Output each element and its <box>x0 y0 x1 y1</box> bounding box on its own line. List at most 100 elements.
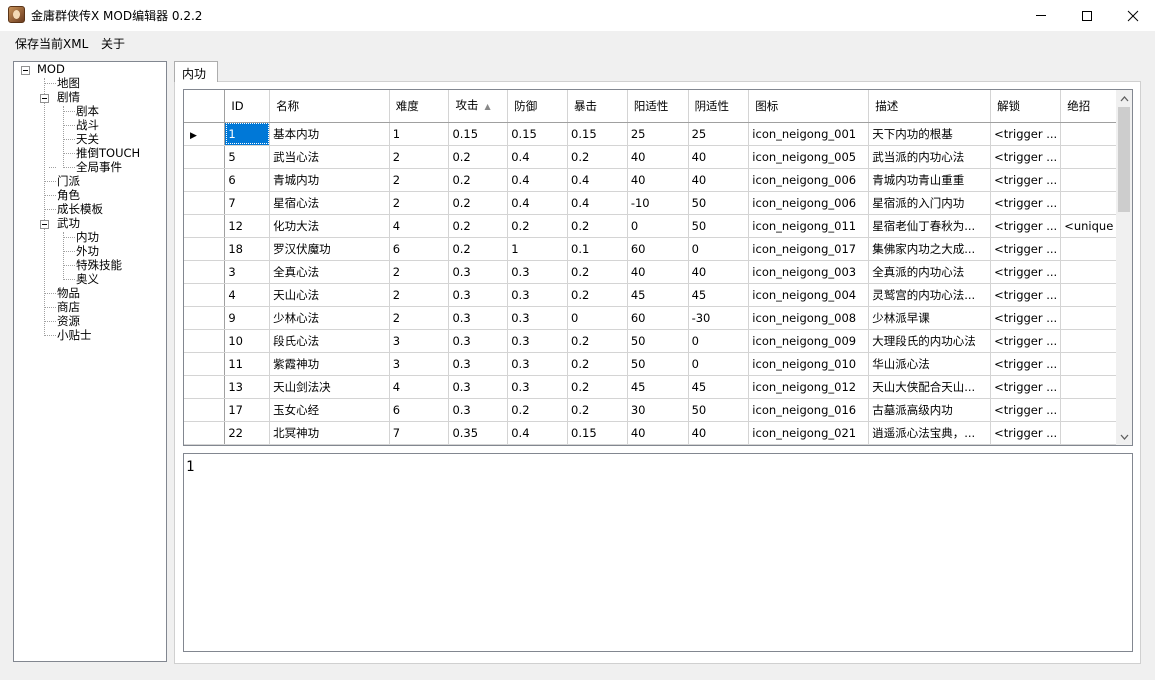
cell-yang[interactable]: 50 <box>627 329 689 353</box>
table-row[interactable]: 22 北冥神功 7 0.35 0.4 0.15 40 40 icon_neigong_021 逍遥… <box>184 421 1132 445</box>
row-header[interactable] <box>184 145 226 169</box>
tree-node-external[interactable]: 外功 <box>76 244 99 258</box>
tree-view[interactable]: MOD 地图 剧情 剧本 战斗 天关 推倒TOUCH 全局事件 门派 角色 成长… <box>13 61 167 662</box>
cell-attack[interactable]: 0.2 <box>448 145 509 169</box>
tree-node-internal[interactable]: 内功 <box>76 230 99 244</box>
table-row[interactable]: ▶ 1 基本内功 1 0.15 0.15 0.15 25 25 icon_neigong_001 天… <box>184 122 1132 146</box>
cell-name[interactable]: 青城内功 <box>269 168 390 192</box>
collapse-icon[interactable] <box>40 220 49 229</box>
tree-node-growth[interactable]: 成长模板 <box>57 202 103 216</box>
data-grid[interactable]: ID 名称 难度 攻击 ▲ 防御 暴击 阳适性 阴适性 图标 描述 解锁 绝招 ▶… <box>183 89 1133 446</box>
cell-attack[interactable]: 0.3 <box>448 306 509 330</box>
cell-unlock[interactable]: <trigger ... <box>990 145 1062 169</box>
table-row[interactable]: 12 化功大法 4 0.2 0.2 0.2 0 50 icon_neigong_011 星宿老仙丁… <box>184 214 1132 238</box>
cell-name[interactable]: 玉女心经 <box>269 398 390 422</box>
collapse-icon[interactable] <box>21 66 30 75</box>
row-header[interactable] <box>184 306 226 330</box>
cell-description[interactable]: 武当派的内功心法 <box>868 145 992 169</box>
cell-description[interactable]: 星宿老仙丁春秋为... <box>868 214 992 238</box>
cell-unlock[interactable]: <trigger ... <box>990 237 1062 261</box>
row-header[interactable] <box>184 398 226 422</box>
cell-id[interactable]: 3 <box>224 260 271 284</box>
table-row[interactable]: 13 天山剑法决 4 0.3 0.3 0.2 45 45 icon_neigong_012 天山大… <box>184 375 1132 399</box>
cell-yang[interactable]: 0 <box>627 214 689 238</box>
cell-id[interactable]: 11 <box>224 352 271 376</box>
cell-difficulty[interactable]: 4 <box>389 214 450 238</box>
tree-node-special[interactable]: 特殊技能 <box>76 258 122 272</box>
cell-yin[interactable]: 25 <box>688 122 750 146</box>
cell-yin[interactable]: 45 <box>688 375 750 399</box>
cell-yin[interactable]: 40 <box>688 260 750 284</box>
cell-id[interactable]: 7 <box>224 191 271 215</box>
cell-defense[interactable]: 0.4 <box>507 168 569 192</box>
cell-description[interactable]: 天山大侠配合天山... <box>868 375 992 399</box>
cell-difficulty[interactable]: 6 <box>389 237 450 261</box>
cell-defense[interactable]: 0.4 <box>507 191 569 215</box>
tree-node-shop[interactable]: 商店 <box>57 300 80 314</box>
column-header-yang[interactable]: 阳适性 <box>627 90 689 123</box>
tree-node-tower[interactable]: 天关 <box>76 132 99 146</box>
cell-icon[interactable]: icon_neigong_010 <box>748 352 870 376</box>
cell-name[interactable]: 天山剑法决 <box>269 375 390 399</box>
cell-icon[interactable]: icon_neigong_004 <box>748 283 870 307</box>
cell-unlock[interactable]: <trigger ... <box>990 329 1062 353</box>
cell-crit[interactable]: 0.15 <box>567 421 628 445</box>
cell-id[interactable]: 10 <box>224 329 271 353</box>
cell-defense[interactable]: 0.4 <box>507 421 569 445</box>
row-header[interactable] <box>184 352 226 376</box>
cell-difficulty[interactable]: 6 <box>389 398 450 422</box>
cell-attack[interactable]: 0.3 <box>448 260 509 284</box>
cell-crit[interactable]: 0.4 <box>567 168 628 192</box>
cell-defense[interactable]: 0.3 <box>507 260 569 284</box>
row-header[interactable] <box>184 283 226 307</box>
cell-yin[interactable]: 50 <box>688 214 750 238</box>
cell-attack[interactable]: 0.35 <box>448 421 509 445</box>
column-header-description[interactable]: 描述 <box>868 90 992 123</box>
cell-name[interactable]: 北冥神功 <box>269 421 390 445</box>
cell-description[interactable]: 古墓派高级内功 <box>868 398 992 422</box>
cell-crit[interactable]: 0.2 <box>567 398 628 422</box>
cell-difficulty[interactable]: 7 <box>389 421 450 445</box>
cell-id[interactable]: 18 <box>224 237 271 261</box>
table-row[interactable]: 7 星宿心法 2 0.2 0.4 0.4 -10 50 icon_neigong_006 星宿派的… <box>184 191 1132 215</box>
cell-icon[interactable]: icon_neigong_006 <box>748 191 870 215</box>
row-header[interactable] <box>184 214 226 238</box>
column-header-defense[interactable]: 防御 <box>507 90 569 123</box>
cell-description[interactable]: 华山派心法 <box>868 352 992 376</box>
row-header[interactable] <box>184 375 226 399</box>
column-header-unlock[interactable]: 解锁 <box>990 90 1062 123</box>
xml-editor[interactable]: 1 <box>183 453 1133 652</box>
cell-crit[interactable]: 0.2 <box>567 352 628 376</box>
cell-defense[interactable]: 0.15 <box>507 122 569 146</box>
cell-defense[interactable]: 0.4 <box>507 145 569 169</box>
cell-id[interactable]: 12 <box>224 214 271 238</box>
cell-unlock[interactable]: <trigger ... <box>990 306 1062 330</box>
tree-node-tips[interactable]: 小贴士 <box>57 328 92 342</box>
cell-difficulty[interactable]: 3 <box>389 352 450 376</box>
cell-unlock[interactable]: <trigger ... <box>990 122 1062 146</box>
table-row[interactable]: 17 玉女心经 6 0.3 0.2 0.2 30 50 icon_neigong_016 古墓派高… <box>184 398 1132 422</box>
cell-icon[interactable]: icon_neigong_017 <box>748 237 870 261</box>
cell-description[interactable]: 逍遥派心法宝典，... <box>868 421 992 445</box>
cell-id[interactable]: 9 <box>224 306 271 330</box>
row-header[interactable] <box>184 168 226 192</box>
cell-id[interactable]: 13 <box>224 375 271 399</box>
cell-crit[interactable]: 0.2 <box>567 214 628 238</box>
cell-unlock[interactable]: <trigger ... <box>990 191 1062 215</box>
cell-yang[interactable]: 40 <box>627 145 689 169</box>
cell-name[interactable]: 段氏心法 <box>269 329 390 353</box>
cell-name[interactable]: 全真心法 <box>269 260 390 284</box>
table-row[interactable]: 9 少林心法 2 0.3 0.3 0 60 -30 icon_neigong_008 少林派早课 <… <box>184 306 1132 330</box>
table-row[interactable]: 5 武当心法 2 0.2 0.4 0.2 40 40 icon_neigong_005 武当派的内… <box>184 145 1132 169</box>
tree-node-script[interactable]: 剧本 <box>76 104 99 118</box>
column-header-yin[interactable]: 阴适性 <box>688 90 750 123</box>
cell-icon[interactable]: icon_neigong_016 <box>748 398 870 422</box>
cell-description[interactable]: 青城内功青山重重 <box>868 168 992 192</box>
scroll-down-arrow-icon[interactable] <box>1116 428 1132 445</box>
cell-yin[interactable]: 40 <box>688 145 750 169</box>
cell-defense[interactable]: 0.2 <box>507 398 569 422</box>
cell-yin[interactable]: 50 <box>688 398 750 422</box>
tree-node-map[interactable]: 地图 <box>57 76 80 90</box>
tab-internal[interactable]: 内功 <box>174 61 218 82</box>
cell-attack[interactable]: 0.2 <box>448 237 509 261</box>
